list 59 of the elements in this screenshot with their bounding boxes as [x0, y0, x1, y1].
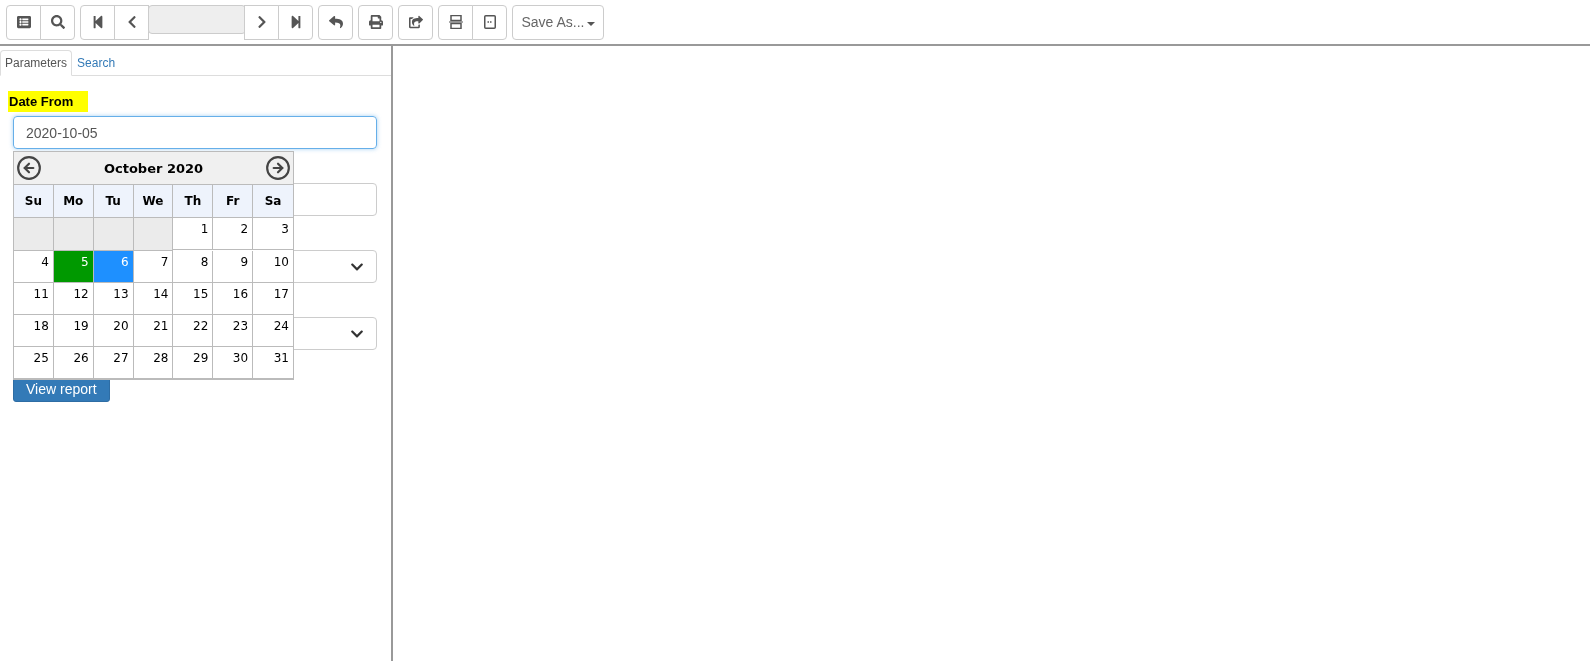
calendar-day[interactable]: 16: [213, 283, 254, 315]
toolbar-button[interactable]: [318, 4, 353, 40]
calendar-day[interactable]: 15: [173, 283, 214, 315]
page-icon: [483, 15, 496, 29]
tab[interactable]: Search: [72, 50, 121, 75]
save-as-button[interactable]: Save As...: [512, 4, 604, 40]
toolbar-button[interactable]: [398, 4, 433, 40]
calendar-day[interactable]: 2: [213, 218, 254, 250]
calendar-day[interactable]: 30: [213, 347, 254, 379]
report-icon: [16, 15, 31, 29]
calendar-day[interactable]: 4: [14, 251, 54, 283]
search-icon: [50, 15, 65, 29]
calendar-day[interactable]: 11: [14, 283, 54, 315]
calendar-day[interactable]: 1: [173, 218, 214, 250]
calendar-day[interactable]: 9: [213, 251, 254, 283]
toolbar-button[interactable]: [244, 4, 279, 40]
calendar-day[interactable]: 28: [133, 347, 174, 379]
toolbar-button[interactable]: [278, 4, 313, 40]
calendar-day[interactable]: 27: [93, 347, 134, 379]
toolbar-button[interactable]: [80, 4, 115, 40]
weekday-header: Tu: [93, 185, 134, 218]
calendar-day[interactable]: 7: [133, 251, 174, 283]
next-month-icon[interactable]: [265, 155, 291, 181]
field-label: Date From: [8, 91, 89, 112]
calendar-day[interactable]: 12: [53, 283, 94, 315]
calendar-day[interactable]: 13: [93, 283, 134, 315]
calendar-day[interactable]: 25: [14, 347, 54, 379]
calendar-day[interactable]: 18: [14, 315, 54, 347]
calendar-day[interactable]: 29: [173, 347, 214, 379]
toolbar-button[interactable]: [40, 4, 75, 40]
back-icon: [328, 15, 343, 29]
toolbar-button[interactable]: [438, 4, 473, 40]
calendar-day[interactable]: 22: [173, 315, 214, 347]
export-icon: [408, 15, 423, 29]
date-field[interactable]: 2020-10-05: [13, 116, 377, 149]
print-icon: [368, 15, 383, 29]
calendar-day[interactable]: 8: [173, 251, 214, 283]
weekday-header: Sa: [253, 185, 293, 218]
weekday-header: Su: [14, 185, 54, 218]
toolbar-button[interactable]: [6, 4, 41, 40]
calendar-day[interactable]: 20: [93, 315, 134, 347]
calendar-day[interactable]: 23: [213, 315, 254, 347]
month-title: October 2020: [103, 160, 204, 176]
toolbar-button[interactable]: [358, 4, 393, 40]
toolbar-button[interactable]: [114, 4, 149, 40]
calendar-day[interactable]: 26: [53, 347, 94, 379]
weekday-header: We: [133, 185, 174, 218]
weekday-header: Th: [173, 185, 214, 218]
toolbar-button[interactable]: [472, 4, 507, 40]
weekday-header: Mo: [53, 185, 94, 218]
previous-month-icon[interactable]: [16, 155, 42, 181]
calendar-day[interactable]: 5: [53, 251, 94, 283]
page-number-field[interactable]: [148, 4, 246, 34]
weekday-header: Fr: [213, 185, 254, 218]
calendar-day[interactable]: 19: [53, 315, 94, 347]
tab[interactable]: Parameters: [0, 50, 73, 76]
page-split-icon: [448, 15, 463, 29]
calendar-day[interactable]: 21: [133, 315, 174, 347]
calendar-day[interactable]: 14: [133, 283, 174, 315]
